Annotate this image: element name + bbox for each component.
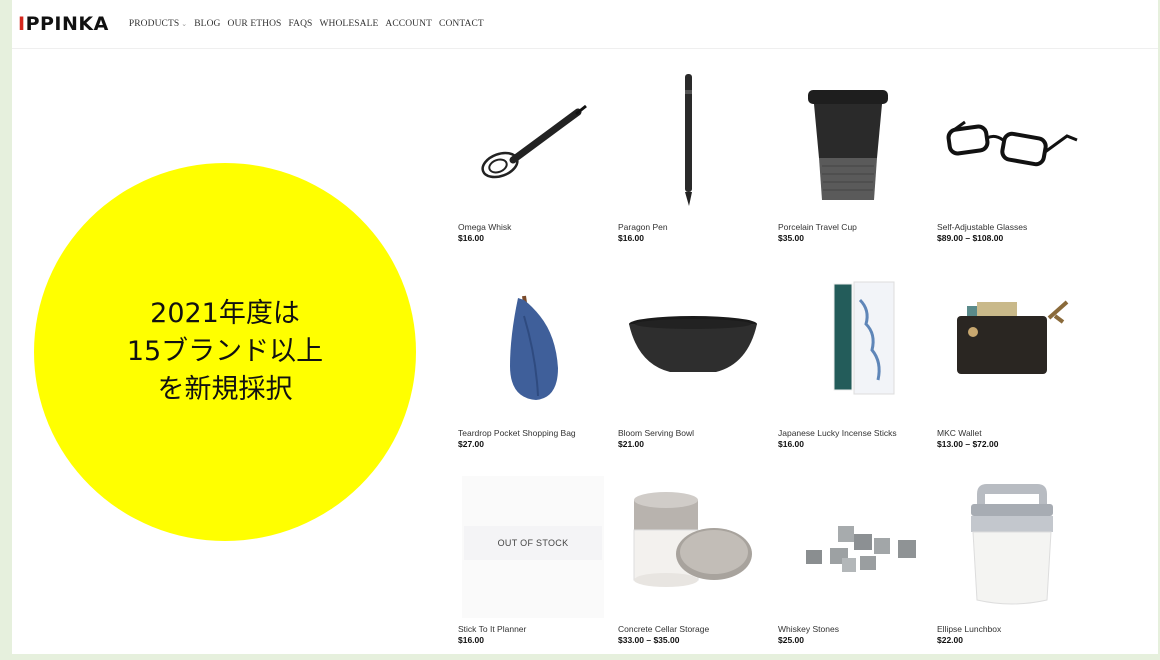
product-card[interactable]: Japanese Lucky Incense Sticks $16.00 [778, 276, 928, 449]
product-name[interactable]: MKC Wallet [937, 428, 1087, 438]
product-price: $21.00 [618, 439, 644, 449]
product-card[interactable]: MKC Wallet $13.00 – $72.00 [937, 276, 1087, 449]
bag-image[interactable] [458, 276, 608, 426]
glasses-image[interactable] [937, 70, 1087, 220]
store-page: IPPINKA PRODUCTS ⌄ BLOG OUR ETHOS FAQS WH… [12, 0, 1158, 654]
product-name[interactable]: Paragon Pen [618, 222, 768, 232]
main-menu: PRODUCTS ⌄ BLOG OUR ETHOS FAQS WHOLESALE … [129, 19, 484, 29]
product-name[interactable]: Porcelain Travel Cup [778, 222, 928, 232]
product-name[interactable]: Teardrop Pocket Shopping Bag [458, 428, 608, 438]
product-card[interactable]: Porcelain Travel Cup $35.00 [778, 70, 928, 243]
callout-line: 15ブランド以上 [126, 336, 324, 367]
product-name[interactable]: Stick To It Planner [458, 624, 608, 634]
product-name[interactable]: Ellipse Lunchbox [937, 624, 1087, 634]
product-price: $89.00 – $108.00 [937, 233, 1004, 243]
product-price: $27.00 [458, 439, 484, 449]
product-card[interactable]: Paragon Pen $16.00 [618, 70, 768, 243]
pen-image[interactable] [618, 70, 768, 220]
product-card[interactable]: Whiskey Stones $25.00 [778, 472, 928, 645]
product-price: $13.00 – $72.00 [937, 439, 999, 449]
incense-image[interactable] [778, 276, 928, 426]
cup-image[interactable] [778, 70, 928, 220]
product-price: $16.00 [618, 233, 644, 243]
product-name[interactable]: Omega Whisk [458, 222, 608, 232]
top-navigation: IPPINKA PRODUCTS ⌄ BLOG OUR ETHOS FAQS WH… [12, 0, 1158, 49]
nav-account[interactable]: ACCOUNT [385, 19, 432, 29]
nav-products[interactable]: PRODUCTS ⌄ [129, 19, 187, 29]
product-card[interactable]: Concrete Cellar Storage $33.00 – $35.00 [618, 472, 768, 645]
stones-image[interactable] [778, 472, 928, 622]
out-of-stock-badge: OUT OF STOCK [464, 526, 602, 560]
chevron-down-icon: ⌄ [181, 20, 188, 28]
product-name[interactable]: Self-Adjustable Glasses [937, 222, 1087, 232]
product-price: $16.00 [458, 635, 484, 645]
lunchbox-image[interactable] [937, 472, 1087, 622]
product-price: $35.00 [778, 233, 804, 243]
nav-contact[interactable]: CONTACT [439, 19, 484, 29]
product-card[interactable]: Ellipse Lunchbox $22.00 [937, 472, 1087, 645]
product-card[interactable]: Teardrop Pocket Shopping Bag $27.00 [458, 276, 608, 449]
storage-image[interactable] [618, 472, 768, 622]
product-card[interactable]: Self-Adjustable Glasses $89.00 – $108.00 [937, 70, 1087, 243]
planner-image[interactable]: OUT OF STOCK [458, 472, 608, 622]
product-card[interactable]: OUT OF STOCK Stick To It Planner $16.00 [458, 472, 608, 645]
site-logo[interactable]: IPPINKA [18, 13, 109, 35]
callout-line: を新規採択 [157, 374, 293, 405]
product-price: $16.00 [778, 439, 804, 449]
nav-wholesale[interactable]: WHOLESALE [319, 19, 378, 29]
product-price: $16.00 [458, 233, 484, 243]
product-price: $33.00 – $35.00 [618, 635, 680, 645]
whisk-image[interactable] [458, 70, 608, 220]
callout-line: 2021年度は [150, 298, 300, 329]
nav-blog[interactable]: BLOG [194, 19, 220, 29]
product-name[interactable]: Bloom Serving Bowl [618, 428, 768, 438]
nav-our-ethos[interactable]: OUR ETHOS [228, 19, 282, 29]
bowl-image[interactable] [618, 276, 768, 426]
product-name[interactable]: Whiskey Stones [778, 624, 928, 634]
wallet-image[interactable] [937, 276, 1087, 426]
product-card[interactable]: Bloom Serving Bowl $21.00 [618, 276, 768, 449]
promo-callout-circle: 2021年度は 15ブランド以上 を新規採択 [34, 163, 416, 541]
product-name[interactable]: Concrete Cellar Storage [618, 624, 768, 634]
product-name[interactable]: Japanese Lucky Incense Sticks [778, 428, 928, 438]
nav-faqs[interactable]: FAQS [288, 19, 312, 29]
product-price: $25.00 [778, 635, 804, 645]
product-price: $22.00 [937, 635, 963, 645]
product-card[interactable]: Omega Whisk $16.00 [458, 70, 608, 243]
